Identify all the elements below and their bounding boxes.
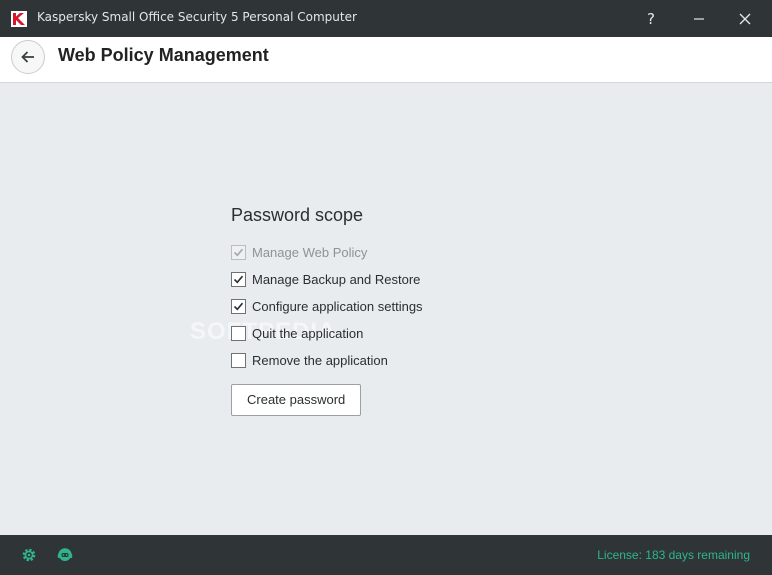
- title-bar: Kaspersky Small Office Security 5 Person…: [0, 0, 772, 37]
- help-button[interactable]: ?: [628, 0, 674, 37]
- option-label[interactable]: Remove the application: [252, 353, 388, 368]
- option-label[interactable]: Manage Backup and Restore: [252, 272, 420, 287]
- checkbox-manage-backup-restore[interactable]: [231, 272, 246, 287]
- close-button[interactable]: [722, 0, 768, 37]
- option-remove-application[interactable]: Remove the application: [231, 347, 531, 374]
- option-manage-web-policy: Manage Web Policy: [231, 239, 531, 266]
- checkbox-quit-application[interactable]: [231, 326, 246, 341]
- back-button[interactable]: [11, 40, 45, 74]
- option-configure-settings[interactable]: Configure application settings: [231, 293, 531, 320]
- checkbox-remove-application[interactable]: [231, 353, 246, 368]
- page-header: Web Policy Management: [0, 37, 772, 83]
- kaspersky-logo-icon: [11, 11, 27, 27]
- checkmark-icon: [233, 248, 244, 257]
- option-label[interactable]: Configure application settings: [252, 299, 423, 314]
- support-agent-icon: [57, 548, 73, 561]
- gear-icon: [22, 548, 36, 562]
- option-label: Manage Web Policy: [252, 245, 368, 260]
- checkbox-manage-web-policy: [231, 245, 246, 260]
- checkmark-icon: [233, 302, 244, 311]
- create-password-button[interactable]: Create password: [231, 384, 362, 416]
- close-icon: [739, 13, 751, 24]
- minimize-button[interactable]: [676, 0, 722, 37]
- checkmark-icon: [233, 275, 244, 284]
- help-icon: ?: [647, 9, 655, 28]
- arrow-left-icon: [21, 51, 34, 63]
- license-status[interactable]: License: 183 days remaining: [597, 548, 750, 562]
- page-title: Web Policy Management: [58, 45, 269, 65]
- window-title: Kaspersky Small Office Security 5 Person…: [37, 10, 357, 24]
- option-manage-backup-restore[interactable]: Manage Backup and Restore: [231, 266, 531, 293]
- settings-button[interactable]: [19, 545, 39, 565]
- section-title: Password scope: [231, 205, 364, 225]
- footer-bar: License: 183 days remaining: [0, 535, 772, 575]
- support-button[interactable]: [55, 545, 75, 565]
- option-quit-application[interactable]: Quit the application: [231, 320, 531, 347]
- option-label[interactable]: Quit the application: [252, 326, 363, 341]
- password-scope-panel: Password scope Manage Web Policy Manage …: [231, 205, 531, 416]
- checkbox-configure-settings[interactable]: [231, 299, 246, 314]
- minimize-icon: [694, 17, 704, 20]
